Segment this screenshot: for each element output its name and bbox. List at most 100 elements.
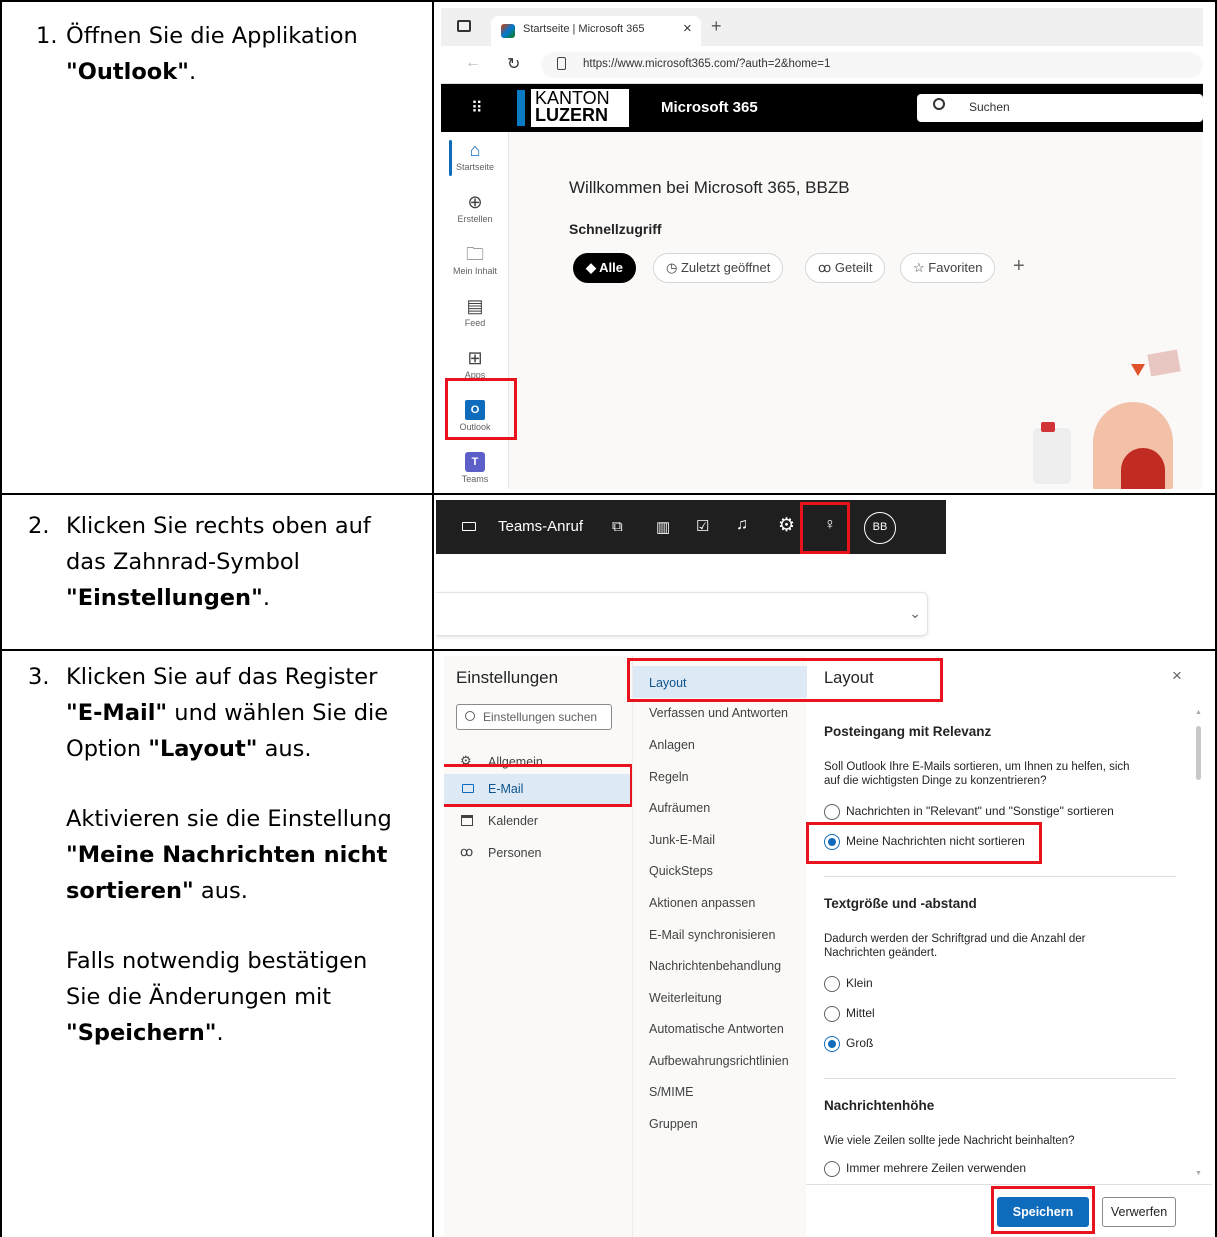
step-3-p3-line1: Falls notwendig bestätigen [66,948,368,974]
scrollbar-thumb[interactable] [1196,726,1201,780]
subnav-message-handling[interactable]: Nachrichtenbehandlung [649,959,781,973]
highlight-email-category [444,764,633,807]
highlight-layout-tab [627,658,943,702]
rail-create[interactable]: ⊕ Erstellen [441,192,509,224]
settings-categories-pane: Einstellungen Einstellungen suchen ⚙ All… [444,656,632,1237]
radio-size-large[interactable] [824,1036,840,1052]
subnav-rules[interactable]: Regeln [649,770,689,784]
step-3-number: 3. [28,664,50,690]
rail-home[interactable]: ⌂ Startseite [441,140,509,172]
subnav-junk[interactable]: Junk-E-Mail [649,833,715,847]
filter-shared[interactable]: ꝏ Geteilt [805,253,886,283]
subnav-attachments[interactable]: Anlagen [649,738,695,752]
search-placeholder: Suchen [969,100,1010,114]
step-2-line2: das Zahnrad-Symbol [66,549,300,575]
settings-search-placeholder: Einstellungen suchen [483,710,598,724]
option-multiple-lines[interactable]: Immer mehrere Zeilen verwenden [824,1161,1026,1177]
step-2-tail: . [262,585,270,611]
avatar[interactable]: BB [864,512,896,544]
rail-create-label: Erstellen [457,214,493,224]
m365-search-box[interactable]: Suchen [917,94,1203,122]
subnav-forwarding[interactable]: Weiterleitung [649,991,722,1005]
star-icon: ☆ [913,260,929,275]
option-size-small-label: Klein [846,976,873,991]
scroll-up-icon[interactable]: ▲ [1195,709,1202,716]
filter-all[interactable]: ◆ Alle [573,253,636,283]
radio-multiple-lines[interactable] [824,1161,840,1177]
back-icon[interactable]: ← [465,54,481,72]
app-launcher-icon[interactable]: ⠿ [471,98,483,118]
subnav-quicksteps[interactable]: QuickSteps [649,864,713,878]
chat-icon[interactable]: ⧉ [612,518,623,535]
rail-feed[interactable]: ▤ Feed [441,296,509,328]
people-icon: ꝏ [460,844,474,859]
filter-recent-label: Zuletzt geöffnet [680,260,771,275]
option-size-medium[interactable]: Mittel [824,1006,875,1022]
discard-button[interactable]: Verwerfen [1102,1197,1176,1227]
option-sort-focused[interactable]: Nachrichten in "Relevant" und "Sonstige"… [824,804,1114,820]
option-sort-focused-label: Nachrichten in "Relevant" und "Sonstige"… [846,804,1114,819]
url-field[interactable]: https://www.microsoft365.com/?auth=2&hom… [541,52,1203,78]
tab-close-icon[interactable]: × [683,20,692,37]
text-size-desc: Dadurch werden der Schriftgrad und die A… [824,932,1085,960]
step-1-bold: "Outlook" [66,59,189,85]
add-filter-icon[interactable]: + [1013,255,1025,278]
category-calendar[interactable]: Kalender [444,808,632,836]
tab-actions-icon[interactable] [457,20,471,32]
text-size-desc-line2: Nachrichten geändert. [824,947,938,959]
subnav-automatic-replies[interactable]: Automatische Antworten [649,1022,784,1036]
step-3-p3-line2: Sie die Änderungen mit [66,984,332,1010]
subnav-retention-policies[interactable]: Aufbewahrungsrichtlinien [649,1054,789,1068]
radio-sort-focused[interactable] [824,804,840,820]
scrollbar-track[interactable] [1196,712,1200,1182]
step-3-p2-bold1: "Meine Nachrichten nicht [66,842,388,868]
scroll-down-icon[interactable]: ▼ [1195,1170,1202,1177]
focused-inbox-desc-line2: auf die wichtigsten Dinge zu konzentrier… [824,775,1047,787]
category-people[interactable]: ꝏ Personen [444,840,632,868]
filter-favorites[interactable]: ☆ Favoriten [900,253,996,283]
tab-title: Startseite | Microsoft 365 [523,23,645,35]
subnav-smime[interactable]: S/MIME [649,1085,693,1099]
rail-teams[interactable]: T Teams [441,452,509,484]
subnav-compose[interactable]: Verfassen und Antworten [649,706,788,720]
search-icon [933,98,945,110]
filter-shared-label: Geteilt [834,260,873,275]
rail-my-content-label: Mein Inhalt [452,266,498,276]
filter-recent[interactable]: ◷ Zuletzt geöffnet [653,253,784,283]
close-icon[interactable]: × [1172,666,1182,686]
table-row-divider-2 [0,649,1217,651]
option-size-small[interactable]: Klein [824,976,873,992]
option-multiple-lines-label: Immer mehrere Zeilen verwenden [846,1161,1027,1176]
radio-size-small[interactable] [824,976,840,992]
refresh-icon[interactable]: ↻ [507,54,520,74]
table-border-left [0,0,2,1237]
person-body-illustration-icon [1121,448,1165,489]
subnav-sync-email[interactable]: E-Mail synchronisieren [649,928,775,942]
rail-my-content[interactable]: 🗀 Mein Inhalt [441,244,509,276]
teams-call-label[interactable]: Teams-Anruf [498,518,583,535]
rail-apps[interactable]: ⊞ Apps [441,348,509,380]
browser-tab[interactable]: Startseite | Microsoft 365 × [491,16,701,46]
chevron-down-icon[interactable]: ⌄ [909,605,921,622]
radio-size-medium[interactable] [824,1006,840,1022]
envelope-illustration-icon [1147,349,1181,377]
subnav-sweep[interactable]: Aufräumen [649,801,710,815]
gear-icon[interactable]: ⚙ [778,514,795,537]
step-1-number: 1. [36,23,58,49]
bell-icon[interactable]: ♫ [736,516,748,534]
envelope-illustration-icon-2 [1131,364,1145,376]
settings-search-input[interactable]: Einstellungen suchen [456,704,612,730]
todo-icon[interactable]: ☑ [696,517,709,535]
screenshot-outlook-toolbar: Teams-Anruf ⧉ ▥ ☑ ♫ ⚙ ♀ BB ⌄ [436,500,1212,646]
onenote-icon[interactable]: ▥ [656,518,670,536]
subnav-customize-actions[interactable]: Aktionen anpassen [649,896,755,910]
video-call-icon[interactable] [462,522,476,531]
teams-icon: T [465,452,485,472]
subnav-groups[interactable]: Gruppen [649,1117,698,1131]
option-size-large[interactable]: Groß [824,1036,873,1052]
people-icon: ꝏ [818,260,835,275]
step-3-pre: Option [66,736,149,762]
focused-inbox-desc-line1: Soll Outlook Ihre E-Mails sortieren, um … [824,761,1130,773]
new-tab-icon[interactable]: + [711,16,722,37]
settings-subnav: Layout Verfassen und Antworten Anlagen R… [632,656,807,1237]
